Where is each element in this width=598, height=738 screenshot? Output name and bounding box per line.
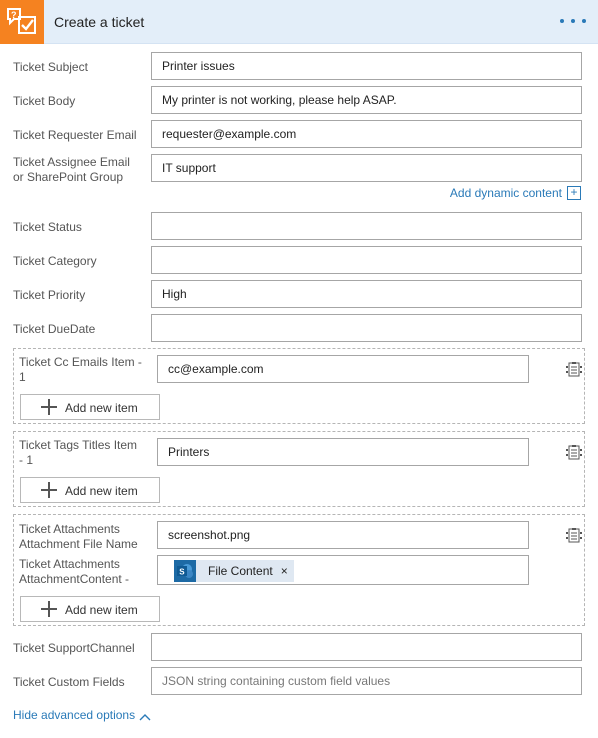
requester-input[interactable]: requester@example.com xyxy=(151,120,582,148)
card-title: Create a ticket xyxy=(54,14,145,30)
subject-input[interactable]: Printer issues xyxy=(151,52,582,80)
priority-input[interactable]: High xyxy=(151,280,582,308)
cc-emails-group: Ticket Cc Emails Item - 1 cc@example.com… xyxy=(13,348,585,424)
cc-label-line1: Ticket Cc Emails Item - xyxy=(19,355,142,369)
attach-name-label-line1: Ticket Attachments xyxy=(19,522,120,536)
cc-add-new-item-button[interactable]: Add new item xyxy=(20,394,160,420)
remove-token-icon[interactable]: × xyxy=(281,558,294,584)
priority-label: Ticket Priority xyxy=(13,288,86,302)
status-input[interactable] xyxy=(151,212,582,240)
add-dynamic-content-link[interactable]: Add dynamic content xyxy=(450,186,562,200)
file-content-token[interactable]: S File Content × xyxy=(174,560,294,582)
body-input[interactable]: My printer is not working, please help A… xyxy=(151,86,582,114)
status-label: Ticket Status xyxy=(13,220,82,234)
svg-text:S: S xyxy=(179,568,185,577)
attachments-group: Ticket Attachments Attachment File Name … xyxy=(13,514,585,626)
cc-label-line2: 1 xyxy=(19,370,26,384)
duedate-label: Ticket DueDate xyxy=(13,322,96,336)
svg-text:?: ? xyxy=(11,10,17,20)
custom-fields-input[interactable]: JSON string containing custom field valu… xyxy=(151,667,582,695)
hide-advanced-options-link[interactable]: Hide advanced options xyxy=(13,708,135,722)
requester-label: Ticket Requester Email xyxy=(13,128,137,142)
cc-email-input[interactable]: cc@example.com xyxy=(157,355,529,383)
attach-content-label-line1: Ticket Attachments xyxy=(19,557,120,571)
body-label: Ticket Body xyxy=(13,94,76,108)
duedate-input[interactable] xyxy=(151,314,582,342)
sharepoint-icon: S xyxy=(174,560,196,582)
switch-to-array-icon[interactable] xyxy=(566,444,582,460)
plus-icon xyxy=(41,601,57,617)
chevron-up-icon[interactable] xyxy=(139,710,151,721)
switch-to-array-icon[interactable] xyxy=(566,361,582,377)
card-header[interactable]: ? Create a ticket xyxy=(0,0,598,44)
assignee-label-line2: or SharePoint Group xyxy=(13,170,124,184)
more-options-icon[interactable] xyxy=(560,12,586,30)
assignee-label-line1: Ticket Assignee Email xyxy=(13,155,130,169)
attachment-file-name-input[interactable]: screenshot.png xyxy=(157,521,529,549)
plus-icon xyxy=(41,399,57,415)
create-ticket-card: ? Create a ticket Ticket Subject Printer… xyxy=(0,0,598,738)
attach-content-label-line2: AttachmentContent - xyxy=(19,572,130,586)
assignee-input[interactable]: IT support xyxy=(151,154,582,182)
category-label: Ticket Category xyxy=(13,254,97,268)
support-channel-input[interactable] xyxy=(151,633,582,661)
category-input[interactable] xyxy=(151,246,582,274)
switch-to-array-icon[interactable] xyxy=(566,527,582,543)
tags-add-new-item-button[interactable]: Add new item xyxy=(20,477,160,503)
attachments-add-new-item-button[interactable]: Add new item xyxy=(20,596,160,622)
support-channel-label: Ticket SupportChannel xyxy=(13,641,135,655)
tags-titles-group: Ticket Tags Titles Item - 1 Printers Add… xyxy=(13,431,585,507)
plus-icon xyxy=(41,482,57,498)
custom-fields-label: Ticket Custom Fields xyxy=(13,675,125,689)
ticket-check-icon: ? xyxy=(0,0,44,44)
attach-name-label-line2: Attachment File Name xyxy=(19,537,138,551)
tags-label-line1: Ticket Tags Titles Item xyxy=(19,438,138,452)
add-dynamic-content-icon[interactable]: + xyxy=(567,186,581,200)
tags-input[interactable]: Printers xyxy=(157,438,529,466)
attachment-content-input[interactable]: S File Content × xyxy=(157,555,529,585)
subject-label: Ticket Subject xyxy=(13,60,88,74)
tags-label-line2: - 1 xyxy=(19,453,34,467)
